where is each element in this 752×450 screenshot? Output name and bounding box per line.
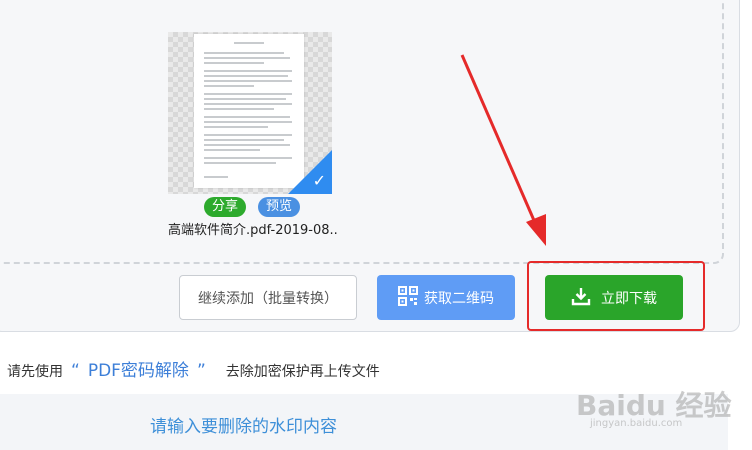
watermark-placeholder: 请输入要删除的水印内容 bbox=[150, 417, 337, 437]
baidu-jingyan-url: jingyan.baidu.com bbox=[590, 418, 683, 429]
password-notice: 请先使用 “ PDF密码解除 ” 去除加密保护再上传文件 bbox=[7, 356, 380, 381]
notice-close-quote: ” bbox=[196, 361, 206, 381]
pdf-password-remove-link[interactable]: PDF密码解除 bbox=[88, 361, 189, 381]
notice-open-quote: “ bbox=[71, 361, 80, 381]
notice-suffix: 去除加密保护再上传文件 bbox=[225, 364, 380, 380]
notice-prefix: 请先使用 bbox=[7, 364, 63, 380]
annotation-arrow bbox=[460, 54, 546, 246]
